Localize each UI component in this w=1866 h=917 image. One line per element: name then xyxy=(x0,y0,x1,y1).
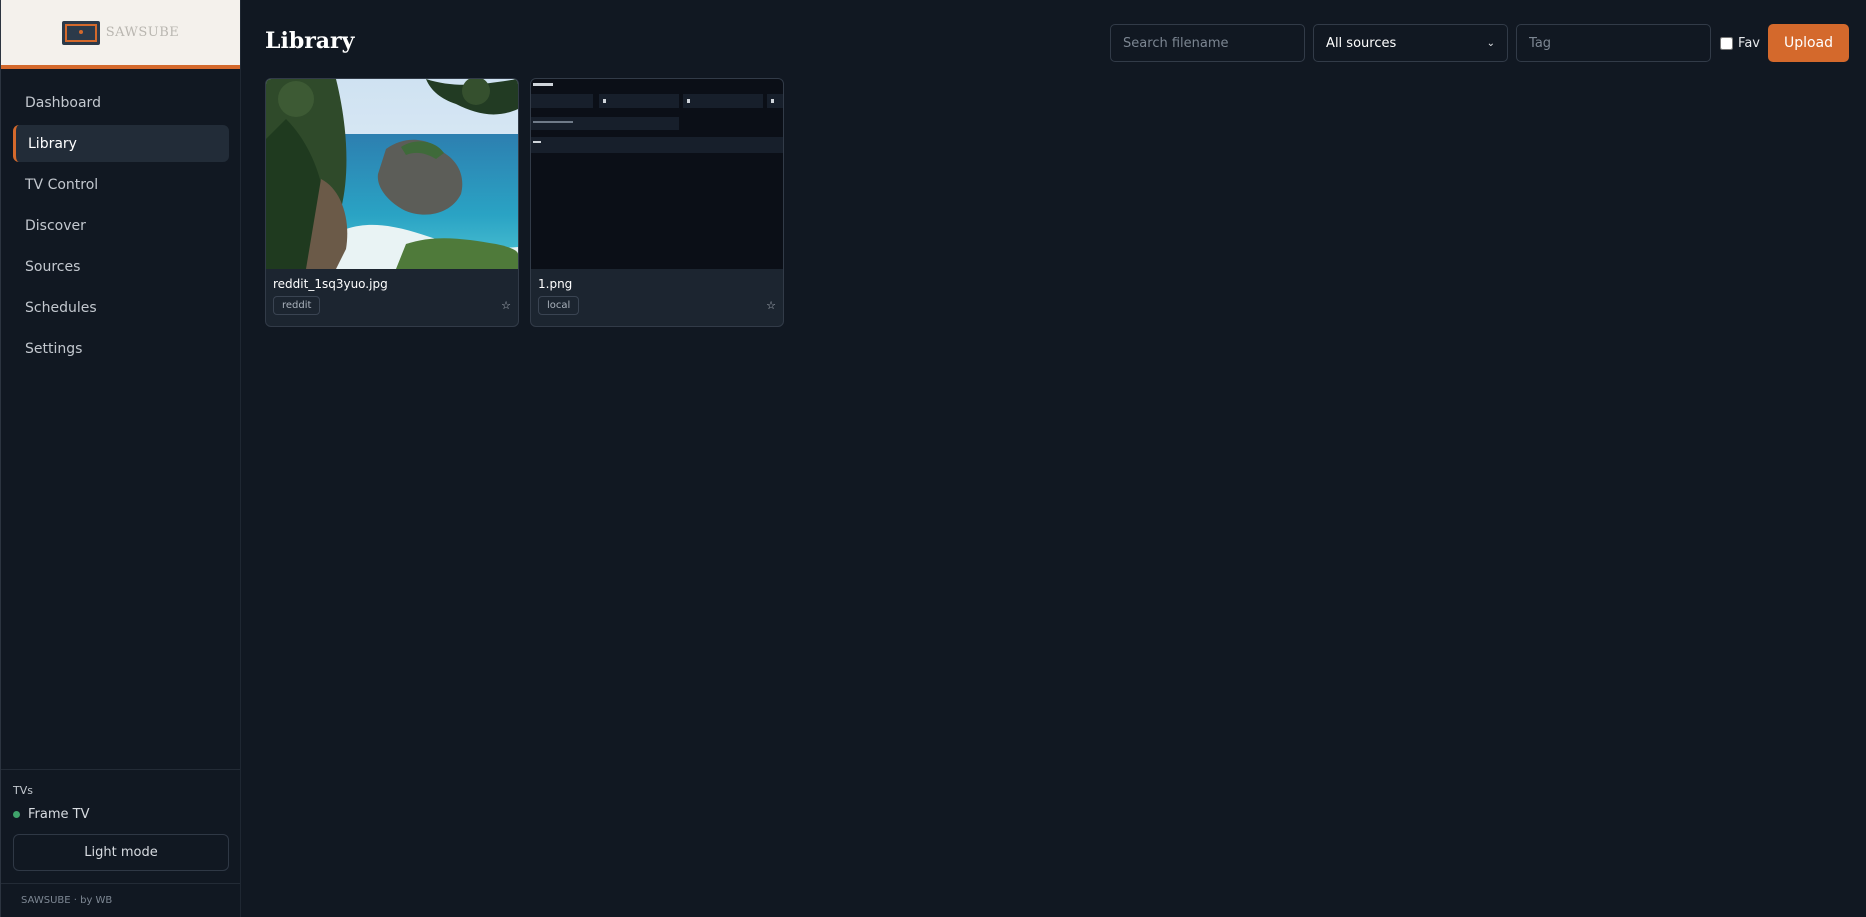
brand-name: SAWSUBE xyxy=(105,25,180,40)
card-meta: reddit_1sq3yuo.jpg reddit ☆ xyxy=(266,269,518,315)
sidebar: SAWSUBE Dashboard Library TV Control Dis… xyxy=(0,0,241,917)
library-grid: reddit_1sq3yuo.jpg reddit ☆ 1.png local … xyxy=(265,78,784,327)
sidebar-nav: Dashboard Library TV Control Discover So… xyxy=(1,69,240,367)
sidebar-item-schedules[interactable]: Schedules xyxy=(13,289,229,326)
fav-filter[interactable]: Fav xyxy=(1720,36,1760,51)
card-filename: reddit_1sq3yuo.jpg xyxy=(273,277,388,291)
sidebar-item-tv-control[interactable]: TV Control xyxy=(13,166,229,203)
light-mode-button[interactable]: Light mode xyxy=(13,834,229,871)
tv-name: Frame TV xyxy=(28,807,90,822)
sidebar-item-sources[interactable]: Sources xyxy=(13,248,229,285)
source-select-value: All sources xyxy=(1326,35,1397,51)
tvs-heading: TVs xyxy=(13,784,33,797)
brand[interactable]: SAWSUBE xyxy=(1,0,240,69)
screenshot-thumbnail xyxy=(531,79,783,269)
library-card[interactable]: reddit_1sq3yuo.jpg reddit ☆ xyxy=(265,78,519,327)
coastal-landscape-thumbnail xyxy=(266,79,518,269)
card-row: local ☆ xyxy=(538,296,776,315)
tv-item[interactable]: Frame TV xyxy=(13,807,228,822)
card-filename: 1.png xyxy=(538,277,573,291)
card-meta: 1.png local ☆ xyxy=(531,269,783,315)
search-input[interactable] xyxy=(1110,24,1306,62)
tv-logo-icon xyxy=(61,20,100,45)
footer: SAWSUBE · by WB xyxy=(1,883,240,917)
toolbar: All sources ⌄ Fav Upload xyxy=(1110,24,1849,62)
sidebar-item-settings[interactable]: Settings xyxy=(13,330,229,367)
status-dot-icon xyxy=(13,811,20,818)
library-card[interactable]: 1.png local ☆ xyxy=(530,78,784,327)
chevron-down-icon: ⌄ xyxy=(1486,37,1496,49)
star-icon[interactable]: ☆ xyxy=(501,299,511,312)
card-row: reddit ☆ xyxy=(273,296,511,315)
fav-label: Fav xyxy=(1738,35,1760,51)
tvs-section: TVs Frame TV Light mode xyxy=(1,769,240,883)
tag-input[interactable] xyxy=(1516,24,1712,62)
sidebar-item-discover[interactable]: Discover xyxy=(13,207,229,244)
sidebar-bottom: TVs Frame TV Light mode SAWSUBE · by WB xyxy=(1,769,240,917)
upload-button[interactable]: Upload xyxy=(1768,24,1849,62)
source-badge: local xyxy=(538,296,580,315)
star-icon[interactable]: ☆ xyxy=(766,299,776,312)
sidebar-item-library[interactable]: Library xyxy=(13,125,229,162)
fav-checkbox[interactable] xyxy=(1720,36,1734,50)
page-title: Library xyxy=(265,28,355,54)
sidebar-item-dashboard[interactable]: Dashboard xyxy=(13,84,229,121)
source-badge: reddit xyxy=(273,296,321,315)
source-select[interactable]: All sources ⌄ xyxy=(1313,24,1509,62)
